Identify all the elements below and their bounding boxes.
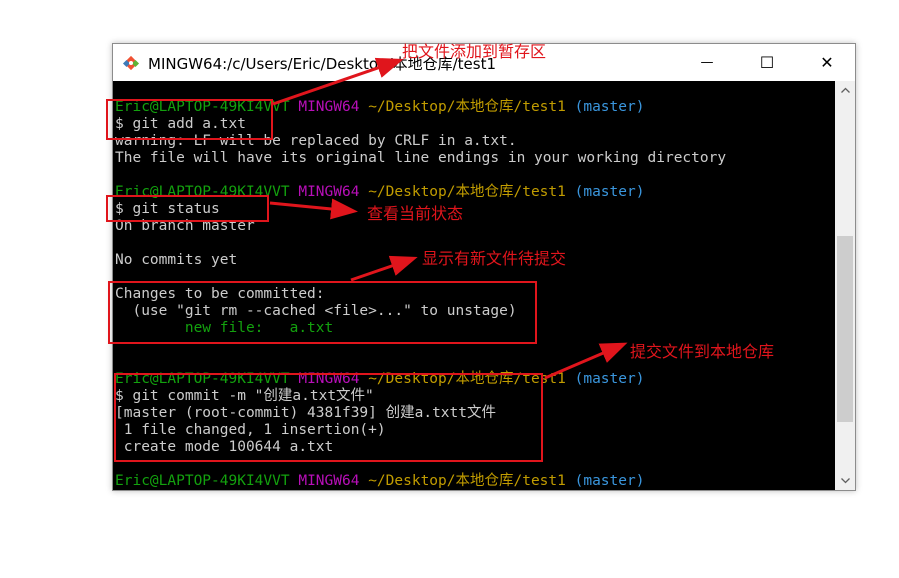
annotation-commit-to-repo: 提交文件到本地仓库 bbox=[630, 342, 775, 361]
annotation-shows-new-file: 显示有新文件待提交 bbox=[422, 249, 567, 268]
arrow-add bbox=[272, 57, 404, 106]
arrow-commit bbox=[544, 342, 628, 380]
arrow-status bbox=[269, 198, 358, 220]
arrow-changes bbox=[350, 255, 418, 282]
annotation-view-status: 查看当前状态 bbox=[367, 204, 464, 223]
annotation-add-to-staging: 把文件添加到暂存区 bbox=[402, 42, 547, 61]
annotation-arrows bbox=[269, 57, 628, 380]
